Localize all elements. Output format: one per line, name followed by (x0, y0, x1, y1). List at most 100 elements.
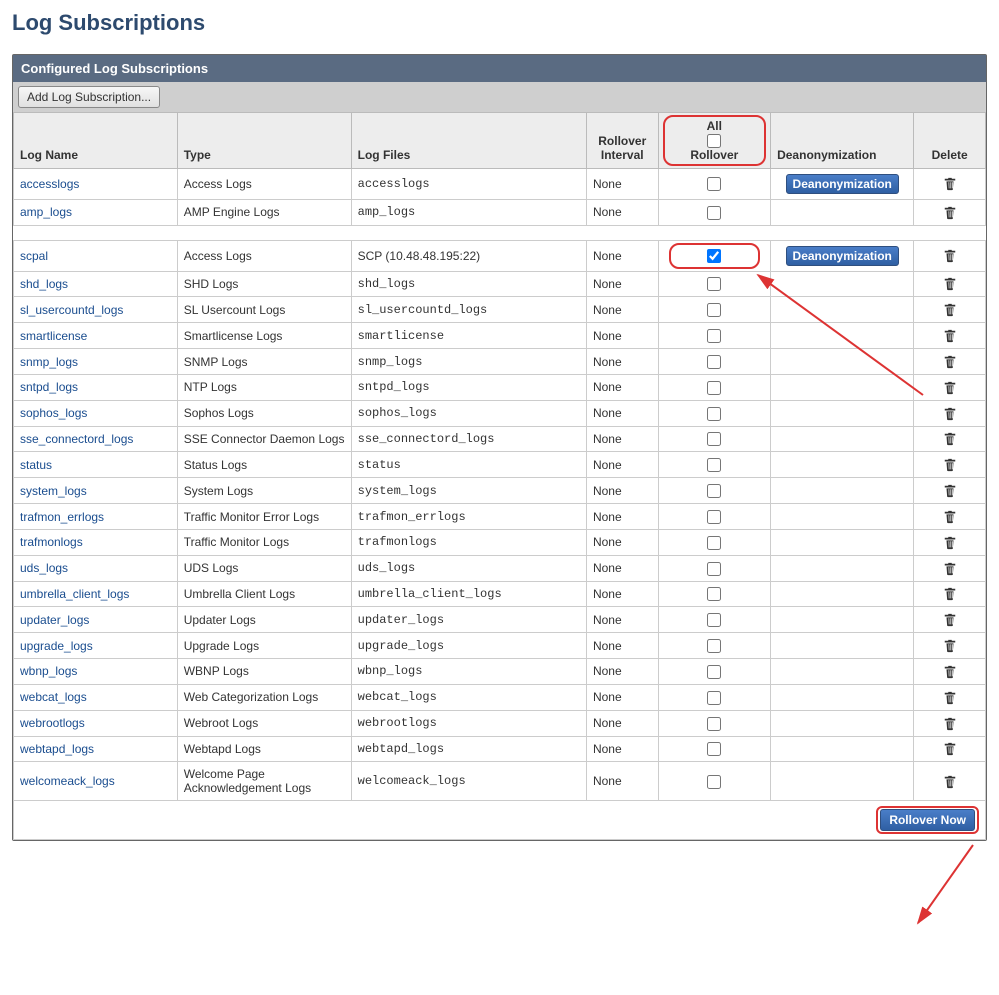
trash-icon[interactable] (943, 665, 957, 679)
rollover-cell (658, 607, 771, 633)
log-name-link[interactable]: welcomeack_logs (20, 774, 115, 788)
rollover-checkbox[interactable] (707, 303, 721, 317)
trash-icon[interactable] (943, 484, 957, 498)
log-name-link[interactable]: sl_usercountd_logs (20, 303, 123, 317)
trash-icon[interactable] (943, 458, 957, 472)
rollover-interval-cell: None (586, 659, 658, 685)
log-name-link[interactable]: trafmonlogs (20, 535, 83, 549)
delete-cell (914, 607, 986, 633)
rollover-checkbox[interactable] (707, 717, 721, 731)
rollover-checkbox[interactable] (707, 613, 721, 627)
rollover-checkbox[interactable] (707, 639, 721, 653)
log-type-cell: Traffic Monitor Logs (177, 529, 351, 555)
trash-icon[interactable] (943, 303, 957, 317)
rollover-checkbox[interactable] (707, 355, 721, 369)
rollover-all-checkbox[interactable] (707, 134, 721, 148)
rollover-interval-cell: None (586, 271, 658, 297)
rollover-checkbox[interactable] (707, 206, 721, 220)
trash-icon[interactable] (943, 249, 957, 263)
trash-icon[interactable] (943, 775, 957, 789)
rollover-now-button[interactable]: Rollover Now (880, 809, 975, 831)
log-name-link[interactable]: webcat_logs (20, 690, 87, 704)
table-row: statusStatus LogsstatusNone (14, 452, 986, 478)
log-type-cell: WBNP Logs (177, 659, 351, 685)
table-row: sntpd_logsNTP Logssntpd_logsNone (14, 374, 986, 400)
trash-icon[interactable] (943, 206, 957, 220)
delete-cell (914, 633, 986, 659)
rollover-checkbox[interactable] (707, 249, 721, 263)
trash-icon[interactable] (943, 742, 957, 756)
add-log-subscription-button[interactable]: Add Log Subscription... (18, 86, 160, 108)
log-name-link[interactable]: trafmon_errlogs (20, 510, 104, 524)
log-files-cell: accesslogs (351, 168, 586, 199)
trash-icon[interactable] (943, 613, 957, 627)
trash-icon[interactable] (943, 510, 957, 524)
trash-icon[interactable] (943, 432, 957, 446)
log-name-link[interactable]: system_logs (20, 484, 87, 498)
log-name-link[interactable]: wbnp_logs (20, 664, 77, 678)
trash-icon[interactable] (943, 277, 957, 291)
delete-cell (914, 168, 986, 199)
trash-icon[interactable] (943, 691, 957, 705)
rollover-checkbox[interactable] (707, 510, 721, 524)
rollover-interval-cell: None (586, 374, 658, 400)
deanonymization-cell (771, 555, 914, 581)
log-name-link[interactable]: smartlicense (20, 329, 87, 343)
rollover-checkbox[interactable] (707, 329, 721, 343)
rollover-checkbox[interactable] (707, 587, 721, 601)
log-name-link[interactable]: sse_connectord_logs (20, 432, 133, 446)
log-name-link[interactable]: updater_logs (20, 613, 89, 627)
delete-cell (914, 374, 986, 400)
log-name-link[interactable]: sntpd_logs (20, 380, 78, 394)
log-files-cell: system_logs (351, 478, 586, 504)
log-name-link[interactable]: umbrella_client_logs (20, 587, 129, 601)
rollover-checkbox[interactable] (707, 562, 721, 576)
deanonymization-button[interactable]: Deanonymization (786, 174, 899, 194)
trash-icon[interactable] (943, 329, 957, 343)
log-name-link[interactable]: scpal (20, 249, 48, 263)
rollover-checkbox[interactable] (707, 432, 721, 446)
trash-icon[interactable] (943, 639, 957, 653)
trash-icon[interactable] (943, 355, 957, 369)
log-name-link[interactable]: uds_logs (20, 561, 68, 575)
trash-icon[interactable] (943, 177, 957, 191)
rollover-checkbox[interactable] (707, 691, 721, 705)
log-name-link[interactable]: status (20, 458, 52, 472)
trash-icon[interactable] (943, 562, 957, 576)
log-name-link[interactable]: upgrade_logs (20, 639, 93, 653)
rollover-cell (658, 452, 771, 478)
rollover-interval-cell: None (586, 349, 658, 375)
log-files-cell: webrootlogs (351, 710, 586, 736)
rollover-checkbox[interactable] (707, 775, 721, 789)
deanonymization-button[interactable]: Deanonymization (786, 246, 899, 266)
log-type-cell: NTP Logs (177, 374, 351, 400)
trash-icon[interactable] (943, 381, 957, 395)
rollover-checkbox[interactable] (707, 407, 721, 421)
rollover-interval-cell: None (586, 323, 658, 349)
rollover-cell (658, 349, 771, 375)
table-row: umbrella_client_logsUmbrella Client Logs… (14, 581, 986, 607)
rollover-checkbox[interactable] (707, 665, 721, 679)
log-name-link[interactable]: snmp_logs (20, 355, 78, 369)
trash-icon[interactable] (943, 407, 957, 421)
log-name-link[interactable]: webtapd_logs (20, 742, 94, 756)
trash-icon[interactable] (943, 587, 957, 601)
log-name-link[interactable]: amp_logs (20, 205, 72, 219)
rollover-checkbox[interactable] (707, 536, 721, 550)
log-name-link[interactable]: shd_logs (20, 277, 68, 291)
log-name-link[interactable]: sophos_logs (20, 406, 87, 420)
log-name-link[interactable]: accesslogs (20, 177, 79, 191)
log-files-cell: sntpd_logs (351, 374, 586, 400)
deanonymization-cell (771, 199, 914, 225)
rollover-checkbox[interactable] (707, 742, 721, 756)
trash-icon[interactable] (943, 536, 957, 550)
log-name-link[interactable]: webrootlogs (20, 716, 85, 730)
rollover-cell (658, 374, 771, 400)
rollover-checkbox[interactable] (707, 277, 721, 291)
rollover-checkbox[interactable] (707, 381, 721, 395)
rollover-checkbox[interactable] (707, 484, 721, 498)
rollover-checkbox[interactable] (707, 458, 721, 472)
rollover-checkbox[interactable] (707, 177, 721, 191)
log-type-cell: Upgrade Logs (177, 633, 351, 659)
trash-icon[interactable] (943, 717, 957, 731)
